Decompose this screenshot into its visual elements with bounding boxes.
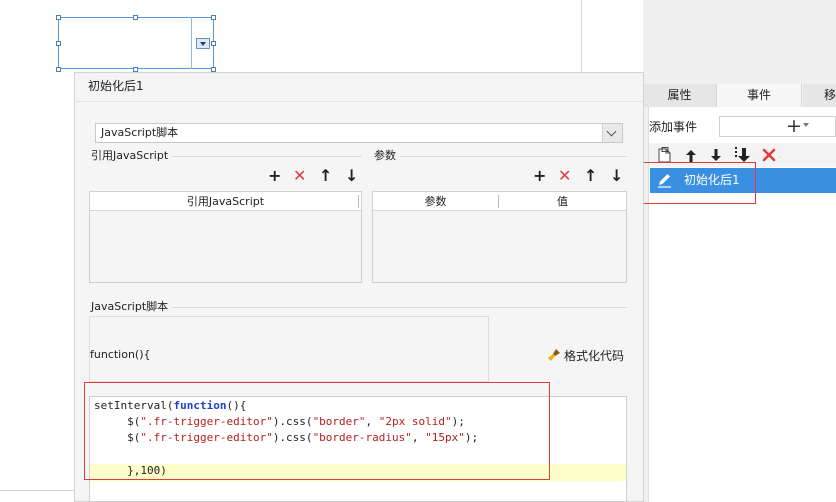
- chevron-down-icon[interactable]: [602, 124, 622, 142]
- resize-handle[interactable]: [56, 41, 61, 46]
- ref-js-column-header[interactable]: 引用JavaScript: [90, 192, 361, 211]
- tab-properties[interactable]: 属性: [643, 84, 716, 107]
- arrow-down-icon[interactable]: ↓: [610, 167, 623, 185]
- section-rule: [375, 156, 627, 157]
- arrow-down-icon[interactable]: ↓: [345, 167, 358, 185]
- add-event-dropdown[interactable]: [719, 116, 836, 137]
- tab-events[interactable]: 事件: [716, 84, 802, 107]
- add-icon[interactable]: +: [268, 167, 281, 185]
- arrow-up-icon[interactable]: ↑: [584, 167, 597, 185]
- combo-box-divider: [191, 17, 192, 69]
- annotation-highlight-box: [634, 162, 756, 204]
- add-icon[interactable]: +: [533, 167, 546, 185]
- format-code-label: 格式化代码: [564, 349, 625, 363]
- broom-icon: [548, 349, 560, 361]
- script-type-value: JavaScript脚本: [101, 126, 179, 139]
- arrow-up-icon[interactable]: [685, 148, 697, 163]
- column-separator: [358, 195, 359, 208]
- section-rule: [92, 307, 627, 308]
- value-column-header[interactable]: 值: [499, 192, 626, 211]
- resize-handle[interactable]: [211, 41, 216, 46]
- params-column-header[interactable]: 参数: [373, 192, 498, 211]
- dialog-title: 初始化后1: [88, 79, 144, 93]
- format-code-button[interactable]: 格式化代码: [547, 347, 624, 365]
- annotation-highlight-box: [84, 382, 550, 480]
- column-separator: [498, 195, 499, 208]
- ref-js-section-label: 引用JavaScript: [91, 149, 173, 163]
- divider: [74, 101, 644, 102]
- delete-icon[interactable]: ✕: [293, 167, 306, 185]
- combo-dropdown-trigger[interactable]: [196, 38, 210, 49]
- resize-handle[interactable]: [211, 15, 216, 20]
- resize-handle[interactable]: [133, 15, 138, 20]
- chevron-down-icon[interactable]: [803, 123, 809, 127]
- resize-handle[interactable]: [56, 15, 61, 20]
- delete-icon[interactable]: ✕: [558, 167, 571, 185]
- canvas-border: [581, 0, 582, 72]
- add-event-plus-icon[interactable]: +: [786, 116, 802, 136]
- arrow-up-icon[interactable]: ↑: [319, 167, 332, 185]
- function-header-text: function(){: [90, 348, 151, 361]
- delete-icon[interactable]: [762, 148, 776, 162]
- canvas-margin: [0, 72, 74, 502]
- add-event-label: 添加事件: [649, 120, 698, 134]
- tab-move[interactable]: 移: [803, 84, 836, 107]
- arrow-down-icon[interactable]: [710, 148, 722, 163]
- params-section-label: 参数: [374, 149, 400, 163]
- divider: [0, 490, 74, 491]
- script-section-label: JavaScript脚本: [91, 300, 173, 314]
